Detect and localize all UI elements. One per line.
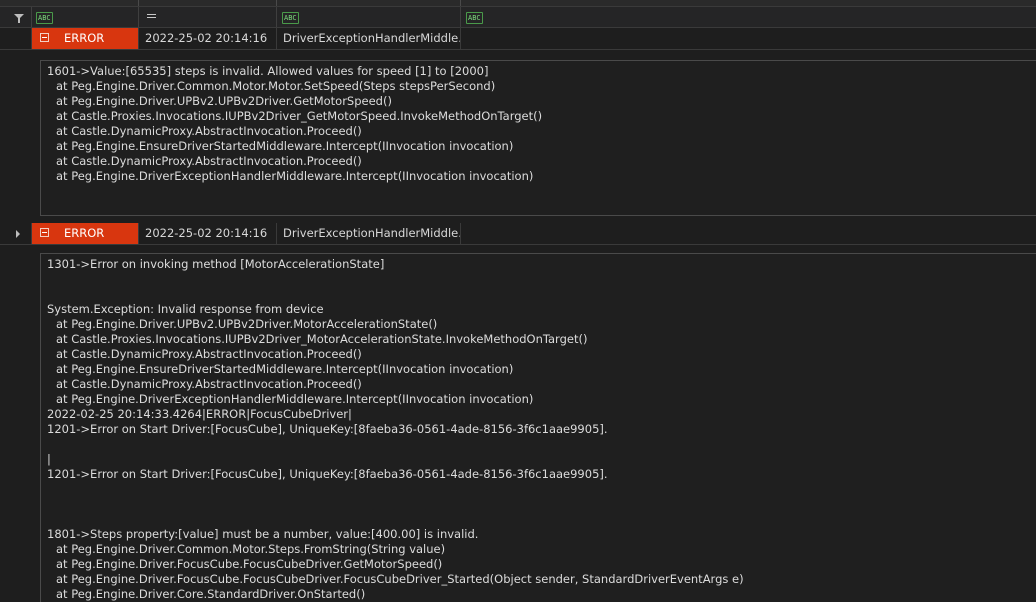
filter-row: ABC ABC ABC xyxy=(0,6,1036,28)
detail-line: at Peg.Engine.Driver.Core.StandardDriver… xyxy=(56,587,366,601)
filter-menu-button[interactable] xyxy=(0,7,32,27)
abc-icon: ABC xyxy=(466,12,483,24)
source-cell[interactable]: DriverExceptionHandlerMiddle... xyxy=(277,223,461,244)
filter-cell-source[interactable]: ABC xyxy=(277,7,461,27)
source-cell[interactable]: DriverExceptionHandlerMiddle... xyxy=(277,28,461,49)
row-indicator[interactable] xyxy=(0,28,32,49)
detail-line: at Peg.Engine.DriverExceptionHandlerMidd… xyxy=(56,169,534,183)
timestamp-cell[interactable]: 2022-25-02 20:14:16 xyxy=(139,28,277,49)
detail-line: 1601->Value:[65535] steps is invalid. Al… xyxy=(47,64,489,78)
row-detail-panel[interactable]: 1601->Value:[65535] steps is invalid. Al… xyxy=(40,60,1036,216)
level-label: ERROR xyxy=(64,31,105,45)
table-row[interactable]: ERROR 2022-25-02 20:14:16 DriverExceptio… xyxy=(0,223,1036,245)
level-label: ERROR xyxy=(64,226,105,240)
detail-line: at Peg.Engine.Driver.Common.Motor.Motor.… xyxy=(56,79,496,93)
detail-line xyxy=(47,482,1033,497)
detail-line: 2022-02-25 20:14:33.4264|ERROR|FocusCube… xyxy=(47,407,352,421)
detail-line: 1801->Steps property:[value] must be a n… xyxy=(47,527,479,541)
level-cell[interactable]: ERROR xyxy=(32,223,139,244)
row-indicator[interactable] xyxy=(0,223,32,244)
filter-icon xyxy=(14,14,24,23)
detail-line: at Peg.Engine.Driver.FocusCube.FocusCube… xyxy=(56,572,744,586)
equals-icon xyxy=(147,11,156,21)
detail-line xyxy=(47,437,1033,452)
table-row[interactable]: ERROR 2022-25-02 20:14:16 DriverExceptio… xyxy=(0,28,1036,50)
detail-line xyxy=(47,287,1033,302)
detail-line: at Castle.DynamicProxy.AbstractInvocatio… xyxy=(56,154,362,168)
detail-line: at Castle.DynamicProxy.AbstractInvocatio… xyxy=(56,377,362,391)
abc-icon: ABC xyxy=(282,12,299,24)
collapse-icon[interactable] xyxy=(40,228,49,237)
abc-icon: ABC xyxy=(36,12,53,24)
message-cell[interactable] xyxy=(461,223,1036,244)
detail-line: at Peg.Engine.Driver.UPBv2.UPBv2Driver.G… xyxy=(56,94,392,108)
row-detail-panel[interactable]: 1301->Error on invoking method [MotorAcc… xyxy=(40,253,1036,602)
detail-line: at Castle.Proxies.Invocations.IUPBv2Driv… xyxy=(56,109,543,123)
detail-line: at Peg.Engine.Driver.FocusCube.FocusCube… xyxy=(56,557,443,571)
detail-line: at Castle.DynamicProxy.AbstractInvocatio… xyxy=(56,124,362,138)
filter-cell-timestamp[interactable] xyxy=(139,7,277,27)
filter-cell-level[interactable]: ABC xyxy=(32,7,139,27)
detail-line: at Castle.Proxies.Invocations.IUPBv2Driv… xyxy=(56,332,588,346)
filter-cell-message[interactable]: ABC xyxy=(461,7,1036,27)
collapse-icon[interactable] xyxy=(40,33,49,42)
level-cell[interactable]: ERROR xyxy=(32,28,139,49)
detail-line: at Peg.Engine.DriverExceptionHandlerMidd… xyxy=(56,392,534,406)
detail-line xyxy=(47,272,1033,287)
timestamp-cell[interactable]: 2022-25-02 20:14:16 xyxy=(139,223,277,244)
detail-line: at Castle.DynamicProxy.AbstractInvocatio… xyxy=(56,347,362,361)
detail-line xyxy=(47,512,1033,527)
current-row-arrow-icon xyxy=(16,230,20,238)
detail-line: System.Exception: Invalid response from … xyxy=(47,302,324,316)
detail-line: at Peg.Engine.Driver.UPBv2.UPBv2Driver.M… xyxy=(56,317,438,331)
detail-line: at Peg.Engine.EnsureDriverStartedMiddlew… xyxy=(56,362,514,376)
detail-line: 1201->Error on Start Driver:[FocusCube],… xyxy=(47,467,608,481)
detail-line: at Peg.Engine.EnsureDriverStartedMiddlew… xyxy=(56,139,514,153)
detail-line: at Peg.Engine.Driver.Common.Motor.Steps.… xyxy=(56,542,446,556)
detail-line: 1301->Error on invoking method [MotorAcc… xyxy=(47,257,385,271)
detail-line: | xyxy=(47,452,51,466)
detail-line: 1201->Error on Start Driver:[FocusCube],… xyxy=(47,422,608,436)
detail-line xyxy=(47,497,1033,512)
message-cell[interactable] xyxy=(461,28,1036,49)
